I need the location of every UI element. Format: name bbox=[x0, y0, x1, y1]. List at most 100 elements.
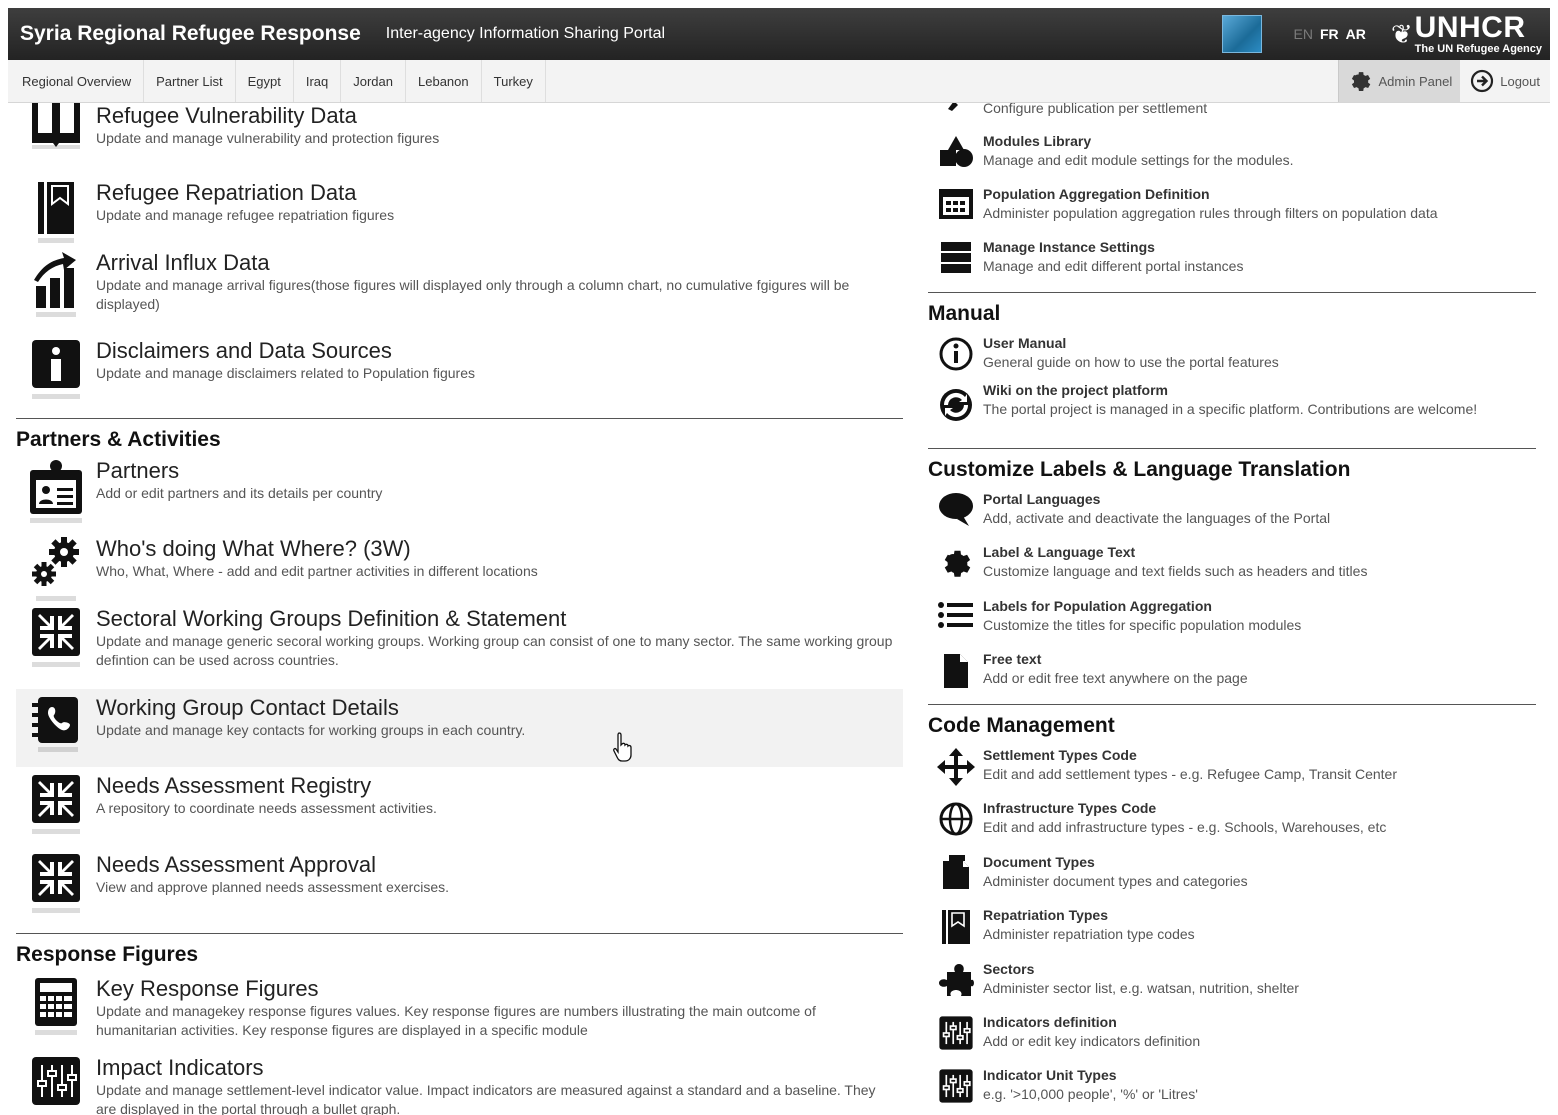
item-description: Administer repatriation type codes bbox=[983, 926, 1195, 942]
nav-regional-overview[interactable]: Regional Overview bbox=[8, 60, 145, 102]
item-title: Labels for Population Aggregation bbox=[983, 598, 1212, 614]
menu-item-wiki[interactable]: Wiki on the project platform The portal … bbox=[928, 381, 1536, 423]
menu-item-document-types[interactable]: Document Types Administer document types… bbox=[928, 853, 1536, 893]
menu-item-disclaimers[interactable]: Disclaimers and Data Sources Update and … bbox=[16, 338, 903, 404]
menu-item-label-language-text[interactable]: Label & Language Text Customize language… bbox=[928, 543, 1536, 581]
sliders-icon bbox=[928, 1013, 983, 1051]
menu-item-indicator-unit-types[interactable]: Indicator Unit Types e.g. '>10,000 peopl… bbox=[928, 1066, 1536, 1104]
gear-icon bbox=[928, 543, 983, 581]
section-title-manual: Manual bbox=[928, 302, 1001, 325]
menu-item-population-aggregation-definition[interactable]: Population Aggregation Definition Admini… bbox=[928, 185, 1536, 223]
menu-item-infrastructure-types[interactable]: Infrastructure Types Code Edit and add i… bbox=[928, 799, 1536, 837]
item-title: Working Group Contact Details bbox=[96, 695, 399, 720]
item-description: Update and manage vulnerability and prot… bbox=[96, 130, 440, 146]
menu-item-sectors[interactable]: Sectors Administer sector list, e.g. wat… bbox=[928, 960, 1536, 998]
item-description: Edit and add settlement types - e.g. Ref… bbox=[983, 766, 1397, 782]
item-description: Update and manage disclaimers related to… bbox=[96, 365, 476, 381]
item-title: Document Types bbox=[983, 854, 1095, 870]
menu-item-indicators-definition[interactable]: Indicators definition Add or edit key in… bbox=[928, 1013, 1536, 1051]
item-description: A repository to coordinate needs assessm… bbox=[96, 800, 437, 816]
item-title: Refugee Repatriation Data bbox=[96, 180, 357, 205]
menu-item-free-text[interactable]: Free text Add or edit free text anywhere… bbox=[928, 650, 1536, 690]
menu-item-impact-indicators[interactable]: Impact Indicators Update and manage sett… bbox=[16, 1055, 903, 1115]
right-column: Configure publication per settlement Mod… bbox=[928, 103, 1536, 1115]
compress-icon bbox=[16, 852, 96, 918]
item-title: Infrastructure Types Code bbox=[983, 800, 1157, 816]
lang-en[interactable]: EN bbox=[1294, 26, 1313, 42]
menu-item-arrival-influx[interactable]: Arrival Influx Data Update and manage ar… bbox=[16, 250, 903, 320]
nav-turkey[interactable]: Turkey bbox=[482, 60, 546, 102]
item-title: Arrival Influx Data bbox=[96, 250, 270, 275]
item-title: User Manual bbox=[983, 335, 1067, 351]
menu-item-needs-assessment-approval[interactable]: Needs Assessment Approval View and appro… bbox=[16, 852, 903, 918]
app-title[interactable]: Syria Regional Refugee Response bbox=[20, 22, 361, 46]
menu-item-portal-languages[interactable]: Portal Languages Add, activate and deact… bbox=[928, 490, 1536, 528]
item-title: Portal Languages bbox=[983, 491, 1101, 507]
unhcr-logo[interactable]: ❦ UNHCR The UN Refugee Agency bbox=[1391, 13, 1542, 55]
lang-fr[interactable]: FR bbox=[1320, 26, 1339, 42]
info-icon bbox=[16, 338, 96, 404]
menu-item-repatriation-types[interactable]: Repatriation Types Administer repatriati… bbox=[928, 906, 1536, 948]
logout-button[interactable]: Logout bbox=[1460, 60, 1550, 102]
list-icon bbox=[928, 597, 983, 635]
calendar-grid-icon bbox=[928, 185, 983, 223]
item-description: The portal project is managed in a speci… bbox=[983, 401, 1478, 417]
menu-item-manage-instance-settings[interactable]: Manage Instance Settings Manage and edit… bbox=[928, 238, 1536, 278]
globe-icon bbox=[928, 799, 983, 837]
menu-item-configure-publication[interactable]: Configure publication per settlement bbox=[928, 103, 1536, 118]
item-title: Free text bbox=[983, 651, 1042, 667]
compress-icon bbox=[16, 773, 96, 839]
divider bbox=[928, 704, 1536, 705]
nav-egypt[interactable]: Egypt bbox=[236, 60, 294, 102]
lang-ar[interactable]: AR bbox=[1346, 26, 1366, 42]
menu-item-refugee-vulnerability[interactable]: Refugee Vulnerability Data Update and ma… bbox=[16, 103, 903, 151]
menu-item-modules-library[interactable]: Modules Library Manage and edit module s… bbox=[928, 132, 1536, 170]
sliders-icon bbox=[928, 1066, 983, 1104]
menu-item-partners[interactable]: Partners Add or edit partners and its de… bbox=[16, 458, 903, 526]
item-description: Manage and edit module settings for the … bbox=[983, 152, 1294, 168]
unhcr-emblem-icon: ❦ bbox=[1390, 19, 1413, 49]
section-title-response-figures: Response Figures bbox=[16, 943, 199, 966]
item-title: Needs Assessment Approval bbox=[96, 852, 377, 877]
item-title: Who's doing What Where? (3W) bbox=[96, 536, 411, 561]
item-description: Administer sector list, e.g. watsan, nut… bbox=[983, 980, 1299, 996]
nav-lebanon[interactable]: Lebanon bbox=[406, 60, 482, 102]
section-title-code-management: Code Management bbox=[928, 714, 1115, 737]
menu-item-labels-population-aggregation[interactable]: Labels for Population Aggregation Custom… bbox=[928, 597, 1536, 635]
menu-item-key-response-figures[interactable]: Key Response Figures Update and manageke… bbox=[16, 976, 903, 1040]
item-title: Settlement Types Code bbox=[983, 747, 1137, 763]
shapes-icon bbox=[928, 132, 983, 170]
nav-iraq[interactable]: Iraq bbox=[294, 60, 342, 102]
nav-jordan[interactable]: Jordan bbox=[341, 60, 406, 102]
item-description: Who, What, Where - add and edit partner … bbox=[96, 563, 538, 579]
menu-item-user-manual[interactable]: User Manual General guide on how to use … bbox=[928, 334, 1536, 372]
menu-item-3w[interactable]: Who's doing What Where? (3W) Who, What, … bbox=[16, 536, 903, 606]
item-description: Edit and add infrastructure types - e.g.… bbox=[983, 819, 1387, 835]
menu-item-working-group-contacts[interactable]: Working Group Contact Details Update and… bbox=[16, 689, 903, 767]
app-subtitle: Inter-agency Information Sharing Portal bbox=[385, 25, 666, 42]
item-description: Update and manage arrival figures(those … bbox=[96, 277, 850, 312]
item-description: View and approve planned needs assessmen… bbox=[96, 879, 450, 895]
item-title: Sectors bbox=[983, 961, 1035, 977]
item-description: Update and manage key contacts for worki… bbox=[96, 722, 526, 738]
item-description: Administer population aggregation rules … bbox=[983, 205, 1438, 221]
monitor-thumbnail-icon[interactable] bbox=[1221, 15, 1262, 53]
menu-item-refugee-repatriation[interactable]: Refugee Repatriation Data Update and man… bbox=[16, 180, 903, 246]
admin-panel-button[interactable]: Admin Panel bbox=[1337, 60, 1461, 102]
bookmark-icon bbox=[928, 906, 983, 948]
menu-item-needs-assessment-registry[interactable]: Needs Assessment Registry A repository t… bbox=[16, 773, 903, 839]
gear-icon bbox=[1347, 68, 1373, 94]
item-description: Add or edit key indicators definition bbox=[983, 1033, 1201, 1049]
sliders-icon bbox=[16, 1055, 96, 1115]
item-description: Update and manage refugee repatriation f… bbox=[96, 207, 395, 223]
calculator-icon bbox=[16, 976, 96, 1040]
menu-item-sectoral-working-groups[interactable]: Sectoral Working Groups Definition & Sta… bbox=[16, 606, 903, 672]
divider bbox=[16, 933, 903, 934]
item-title: Modules Library bbox=[983, 133, 1092, 149]
menu-item-settlement-types[interactable]: Settlement Types Code Edit and add settl… bbox=[928, 746, 1536, 786]
gears-icon bbox=[16, 536, 96, 606]
nav-partner-list[interactable]: Partner List bbox=[144, 60, 236, 102]
compress-icon bbox=[16, 606, 96, 672]
item-title: Needs Assessment Registry bbox=[96, 773, 372, 798]
logo-name: UNHCR bbox=[1414, 11, 1526, 44]
